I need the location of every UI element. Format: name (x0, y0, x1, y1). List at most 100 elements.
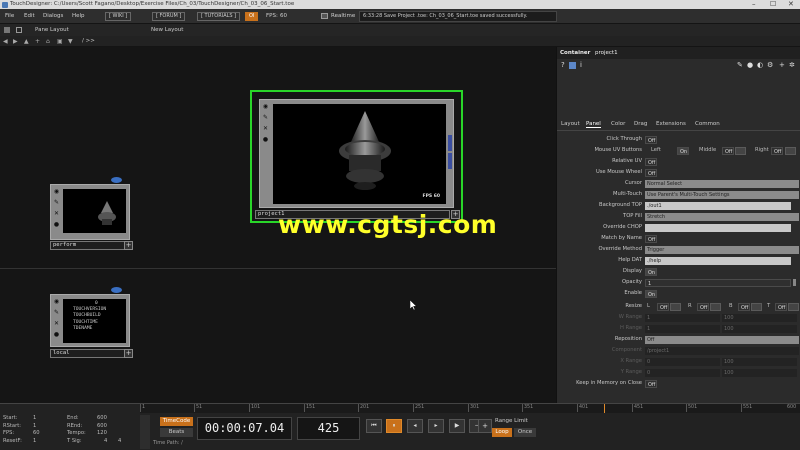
tsig-a[interactable]: 4 (104, 438, 107, 446)
multitouch-menu[interactable]: Use Parent's Multi-Touch Settings (645, 190, 799, 199)
edit-icon[interactable]: ✎ (737, 61, 743, 69)
maximize-icon[interactable]: ☐ (770, 0, 776, 9)
mouse-uv-middle-indicator[interactable] (735, 146, 746, 155)
minimize-icon[interactable]: – (752, 0, 756, 9)
tab-layout[interactable]: Layout (561, 121, 580, 127)
time-path[interactable]: Time Path: / (153, 440, 183, 446)
start-value[interactable]: 1 (33, 415, 36, 423)
close-icon[interactable]: ✕ (788, 0, 794, 9)
mouse-wheel-toggle[interactable]: Off (645, 168, 657, 177)
tempo-value[interactable]: 120 (97, 430, 107, 438)
resize-b-toggle[interactable]: Off (738, 302, 750, 311)
play-icon[interactable]: ▶ (449, 419, 465, 433)
playhead[interactable] (604, 404, 605, 413)
override-method-menu[interactable]: Trigger (645, 245, 799, 254)
rend-value[interactable]: 600 (97, 423, 107, 431)
timecode-display[interactable]: 00:00:07.04 (197, 417, 292, 440)
viewer-toggle-icon[interactable]: ◉ (54, 188, 59, 195)
bypass-icon[interactable]: ✕ (263, 125, 268, 132)
click-through-toggle[interactable]: Off (645, 135, 657, 144)
timeline-ruler[interactable]: 1 51 101 151 201 251 301 351 401 451 501… (140, 404, 800, 413)
cursor-menu[interactable]: Normal Select (645, 179, 799, 188)
bypass-icon[interactable]: ✕ (54, 320, 59, 327)
beats-mode-button[interactable]: Beats (160, 428, 193, 437)
tsig-b[interactable]: 4 (118, 438, 121, 446)
info-icon[interactable]: i (580, 61, 582, 69)
pane-menu-icon[interactable] (4, 27, 10, 33)
python-icon[interactable] (569, 62, 576, 69)
frame-display[interactable]: 425 (297, 417, 360, 440)
perform-node[interactable]: ◉ ✎ ✕ ● perform + (50, 184, 135, 252)
local-add-icon[interactable]: + (124, 349, 133, 358)
project1-scroll-handle[interactable] (448, 135, 452, 151)
w-range-min[interactable]: 1 (645, 313, 720, 322)
end-value[interactable]: 600 (97, 415, 107, 423)
tab-panel[interactable]: Panel (586, 121, 601, 128)
perform-add-icon[interactable]: + (124, 241, 133, 250)
add-icon[interactable]: + (35, 38, 40, 45)
y-range-max[interactable]: 100 (722, 368, 797, 377)
resize-b-indicator[interactable] (751, 302, 762, 311)
lock-icon[interactable]: ● (54, 331, 59, 338)
top-fill-menu[interactable]: Stretch (645, 212, 799, 221)
project1-scroll-handle-2[interactable] (448, 153, 452, 169)
help-icon[interactable]: ? (561, 61, 565, 69)
network-path[interactable]: / >> (82, 38, 95, 44)
viewer-icon[interactable]: ▼ (68, 38, 73, 45)
help-dat-field[interactable]: ./help (645, 256, 791, 265)
realtime-checkbox[interactable] (321, 13, 328, 19)
enable-toggle[interactable]: On (645, 289, 657, 298)
tab-common[interactable]: Common (695, 121, 720, 127)
resize-l-toggle[interactable]: Off (657, 302, 669, 311)
resize-t-toggle[interactable]: Off (775, 302, 787, 311)
once-button[interactable]: Once (514, 428, 536, 437)
mouse-uv-left-toggle[interactable]: On (677, 146, 689, 155)
pin-icon[interactable]: ✎ (54, 199, 59, 206)
comment-icon[interactable]: ● (747, 61, 753, 69)
w-range-max[interactable]: 100 (722, 313, 797, 322)
pin-icon[interactable]: ✎ (263, 114, 268, 121)
mouse-uv-right-toggle[interactable]: Off (771, 146, 783, 155)
resize-r-toggle[interactable]: Off (697, 302, 709, 311)
h-range-min[interactable]: 1 (645, 324, 720, 333)
bookmark-icon[interactable]: ▣ (57, 38, 63, 45)
resize-l-indicator[interactable] (670, 302, 681, 311)
perform-name[interactable]: perform (50, 241, 126, 250)
opacity-field[interactable]: 1 (645, 278, 791, 287)
lock-icon[interactable]: ● (263, 136, 268, 143)
resetf-value[interactable]: 1 (33, 438, 36, 446)
pause-icon[interactable]: ⏸ (386, 419, 402, 433)
pane-layout-button[interactable]: Pane Layout (35, 27, 69, 33)
keep-memory-toggle[interactable]: Off (645, 379, 657, 388)
new-layout-button[interactable]: New Layout (151, 27, 183, 33)
relative-uv-toggle[interactable]: Off (645, 157, 657, 166)
menu-file[interactable]: File (5, 13, 14, 19)
forum-button[interactable]: [ FORUM ] (152, 12, 186, 21)
forward-icon[interactable]: ▶ (13, 38, 18, 45)
h-range-max[interactable]: 100 (722, 324, 797, 333)
menu-dialogs[interactable]: Dialogs (43, 13, 63, 19)
override-chop-field[interactable] (645, 223, 791, 232)
resize-t-indicator[interactable] (788, 302, 799, 311)
step-forward-icon[interactable]: ▸ (428, 419, 444, 433)
rstart-value[interactable]: 1 (33, 423, 36, 431)
tutorials-button[interactable]: [ TUTORIALS ] (197, 12, 241, 21)
oi-button[interactable]: OI (245, 12, 259, 21)
fps-info-value[interactable]: 60 (33, 430, 40, 438)
y-range-min[interactable]: 0 (645, 368, 720, 377)
settings-icon[interactable]: ⚙ (767, 61, 773, 69)
project1-node[interactable]: ◉ ✎ ✕ ● FPS 60 project1 + (250, 90, 463, 223)
tab-extensions[interactable]: Extensions (656, 121, 686, 127)
loop-button[interactable]: Loop (492, 428, 512, 437)
panel-op-name[interactable]: project1 (595, 50, 618, 56)
mouse-uv-right-indicator[interactable] (785, 146, 796, 155)
up-icon[interactable]: ▲ (24, 38, 29, 45)
tab-color[interactable]: Color (611, 121, 625, 127)
viewer-toggle-icon[interactable]: ◉ (54, 298, 59, 305)
match-by-name-toggle[interactable]: Off (645, 234, 657, 243)
x-range-max[interactable]: 100 (722, 357, 797, 366)
background-top-field[interactable]: ./out1 (645, 201, 791, 210)
step-back-icon[interactable]: ◂ (407, 419, 423, 433)
x-range-min[interactable]: 0 (645, 357, 720, 366)
timecode-mode-button[interactable]: TimeCode (160, 417, 193, 426)
